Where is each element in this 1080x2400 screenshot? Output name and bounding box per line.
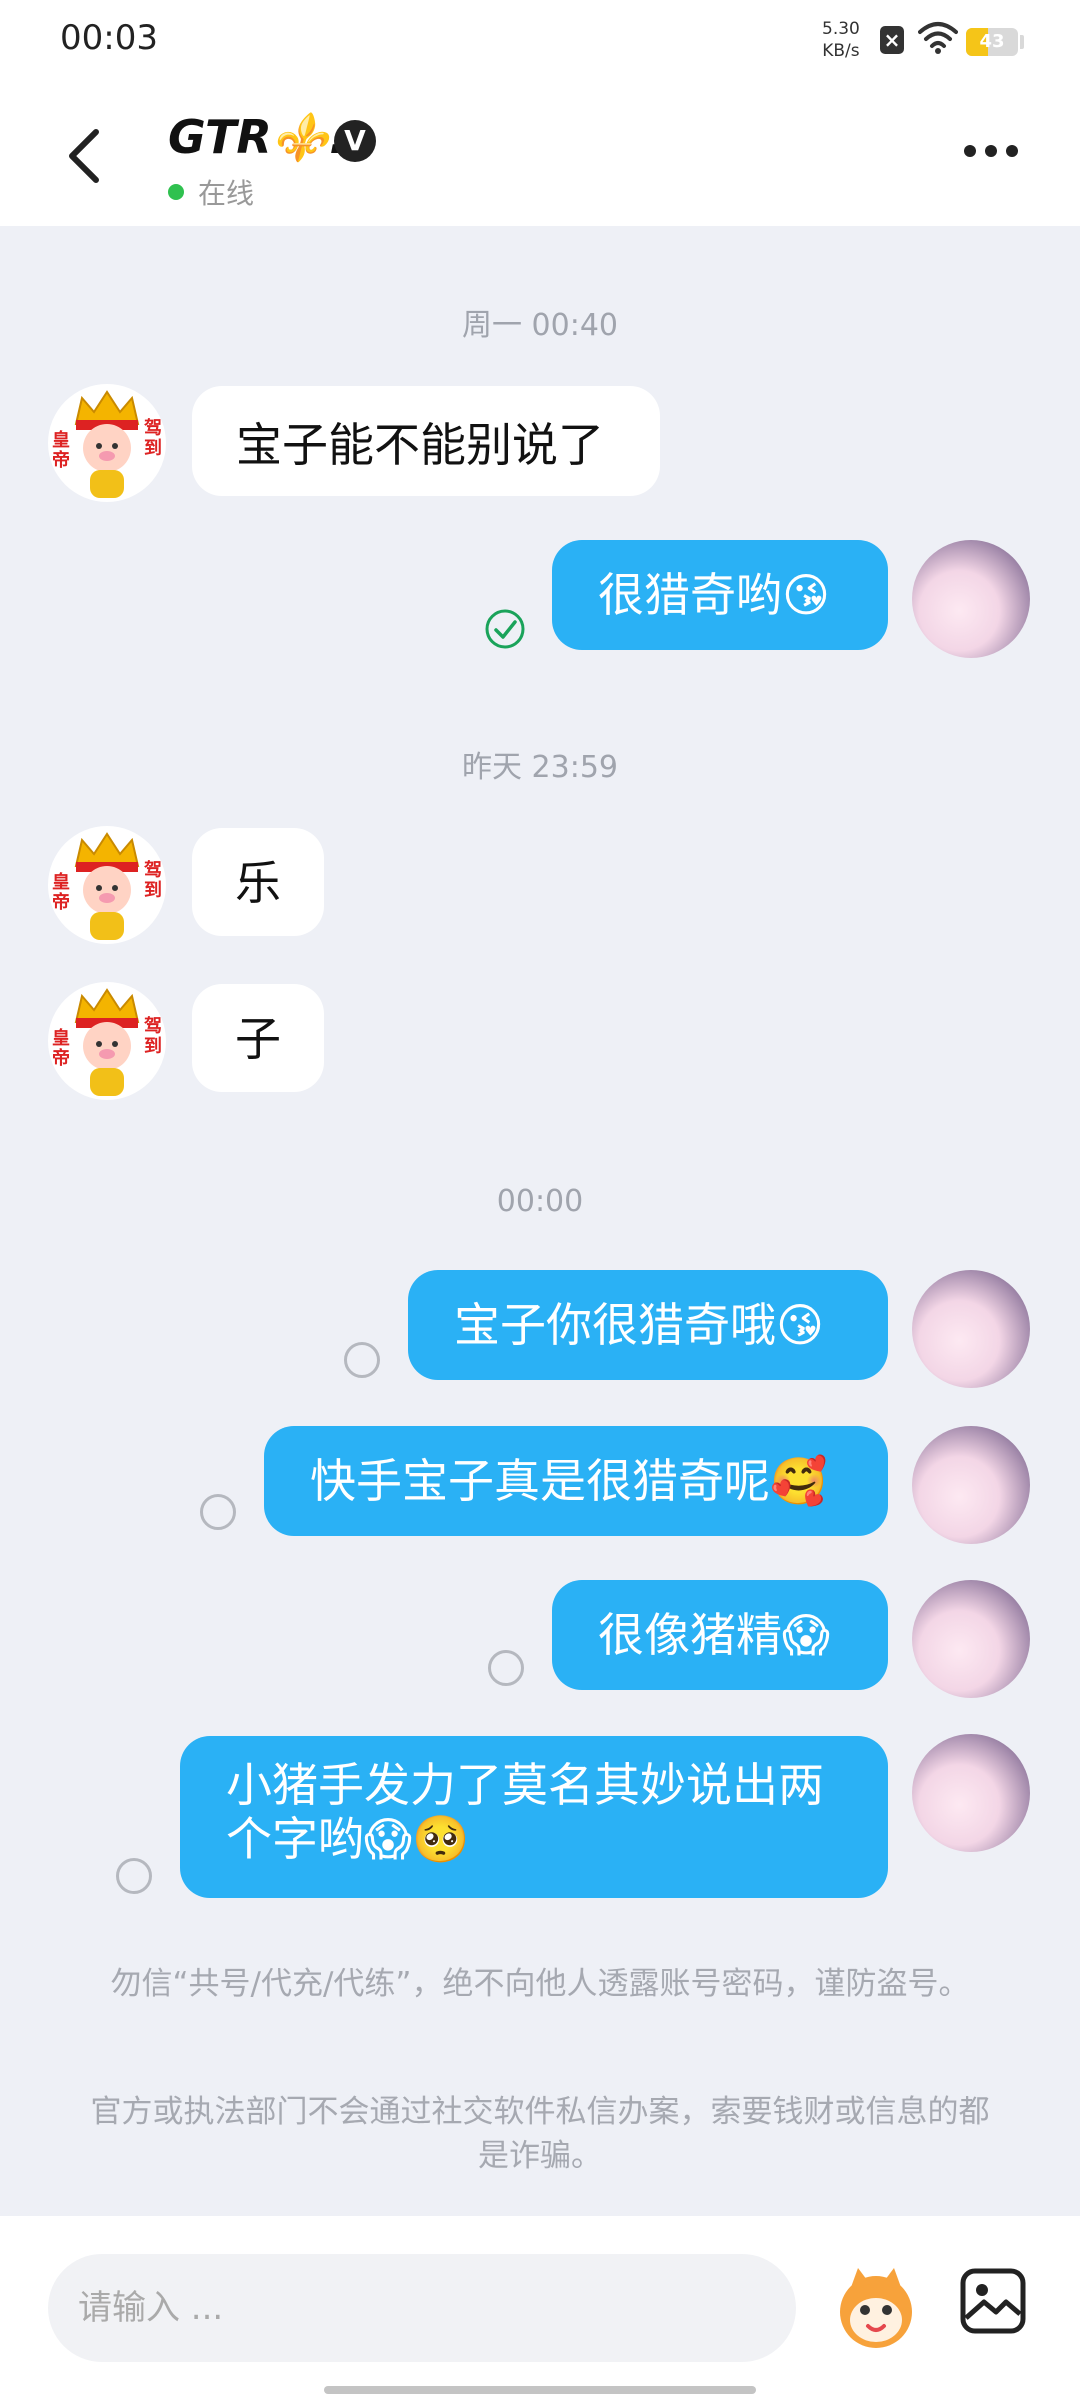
contact-name[interactable]: GTR⚜️. (168, 110, 347, 165)
read-check-icon (485, 609, 525, 649)
image-picker-icon[interactable] (958, 2266, 1028, 2336)
more-options-icon[interactable] (964, 142, 1028, 172)
message-timestamp: 00:00 (496, 1184, 584, 1219)
pig-king-avatar-icon: 皇 帝 驾 到 (52, 988, 162, 1096)
svg-text:皇: 皇 (52, 1027, 70, 1049)
back-arrow-icon[interactable] (56, 120, 112, 192)
network-speed-value: 5.30 (822, 19, 860, 39)
svg-text:驾: 驾 (144, 417, 162, 439)
sent-message-bubble[interactable]: 很像猪精😱 (552, 1580, 888, 1690)
input-bar (0, 2216, 1080, 2400)
security-notice: 勿信“共号/代充/代练”，绝不向他人透露账号密码，谨防盗号。 (110, 1966, 970, 2002)
contact-avatar[interactable]: 皇 帝 驾 到 (48, 826, 166, 944)
sent-message-bubble[interactable]: 小猪手发力了莫名其妙说出两个字哟😱🥺 (180, 1736, 888, 1898)
message-list[interactable]: 周一 00:40 皇 帝 驾 到 宝子能不能别说了 很猎奇哟😘 昨天 23:59 (0, 226, 1080, 2216)
sending-status-icon (116, 1858, 152, 1894)
svg-text:到: 到 (144, 438, 162, 459)
message-timestamp: 周一 00:40 (462, 308, 618, 343)
online-status: 在线 (168, 172, 254, 212)
pig-king-avatar-icon: 皇 帝 驾 到 (52, 390, 162, 498)
sent-message-bubble[interactable]: 宝子你很猎奇哦😘 (408, 1270, 888, 1380)
my-avatar[interactable] (912, 1580, 1030, 1698)
sending-status-icon (200, 1494, 236, 1530)
pig-king-avatar-icon: 皇 帝 驾 到 (52, 832, 162, 940)
fraud-warning-notice: 官方或执法部门不会通过社交软件私信办案，索要钱财或信息的都是诈骗。 (90, 2094, 990, 2174)
svg-text:驾: 驾 (144, 1015, 162, 1037)
my-avatar[interactable] (912, 1734, 1030, 1852)
sent-message-bubble[interactable]: 快手宝子真是很猎奇呢🥰 (264, 1426, 888, 1536)
home-indicator[interactable] (324, 2386, 756, 2394)
x-icon: × (880, 26, 904, 54)
chat-header: GTR⚜️. V 在线 (0, 80, 1080, 226)
online-dot-icon (168, 184, 184, 200)
network-speed: 5.30 KB/s (822, 18, 860, 62)
svg-text:到: 到 (144, 880, 162, 901)
contact-avatar[interactable]: 皇 帝 驾 到 (48, 384, 166, 502)
wifi-icon (918, 22, 958, 54)
received-message-bubble[interactable]: 子 (192, 984, 324, 1092)
network-speed-unit: KB/s (822, 41, 860, 61)
clock: 00:03 (60, 18, 158, 58)
message-input[interactable] (48, 2254, 796, 2362)
emoji-sticker-icon[interactable] (830, 2262, 922, 2354)
battery-level: 43 (979, 31, 1005, 52)
sending-status-icon (488, 1650, 524, 1686)
svg-text:帝: 帝 (52, 449, 70, 471)
battery-icon: 43 (966, 28, 1018, 56)
online-status-label: 在线 (198, 177, 255, 210)
received-message-bubble[interactable]: 宝子能不能别说了 (192, 386, 660, 496)
my-avatar[interactable] (912, 1426, 1030, 1544)
svg-text:皇: 皇 (52, 871, 70, 893)
verified-badge-icon: V (334, 120, 376, 162)
my-avatar[interactable] (912, 1270, 1030, 1388)
sending-status-icon (344, 1342, 380, 1378)
message-timestamp: 昨天 23:59 (462, 750, 618, 785)
svg-text:驾: 驾 (144, 859, 162, 881)
received-message-bubble[interactable]: 乐 (192, 828, 324, 936)
svg-text:帝: 帝 (52, 1047, 70, 1069)
svg-text:皇: 皇 (52, 429, 70, 451)
battery-tip (1020, 35, 1024, 49)
svg-text:帝: 帝 (52, 891, 70, 913)
sent-message-bubble[interactable]: 很猎奇哟😘 (552, 540, 888, 650)
contact-avatar[interactable]: 皇 帝 驾 到 (48, 982, 166, 1100)
my-avatar[interactable] (912, 540, 1030, 658)
status-bar: 00:03 5.30 KB/s × 43 (0, 0, 1080, 80)
svg-text:到: 到 (144, 1036, 162, 1057)
